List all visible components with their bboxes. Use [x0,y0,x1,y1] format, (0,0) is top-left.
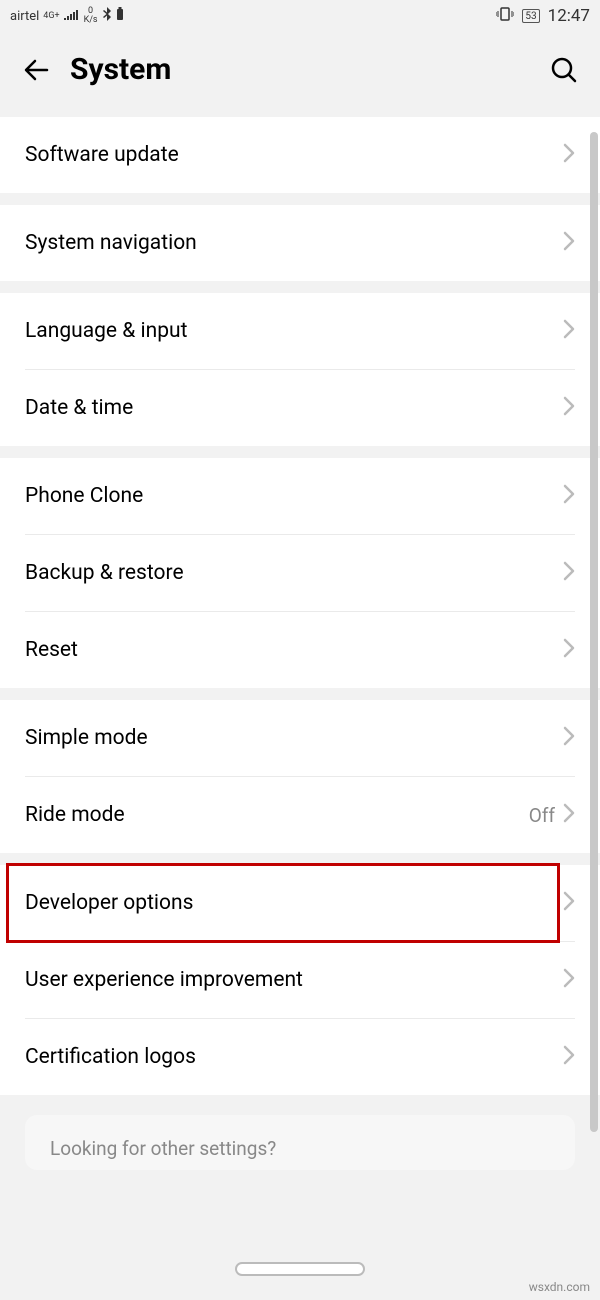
chevron-right-icon [563,396,575,420]
page-title: System [70,52,548,87]
item-label: Developer options [25,891,563,915]
item-label: Language & input [25,319,563,343]
settings-item[interactable]: Backup & restore [0,535,600,611]
item-label: Backup & restore [25,561,563,585]
settings-item[interactable]: Software update [0,117,600,193]
battery-indicator: 53 [522,9,539,23]
settings-item[interactable]: Language & input [0,293,600,369]
settings-item[interactable]: Simple mode [0,700,600,776]
chevron-right-icon [563,638,575,662]
item-label: Phone Clone [25,484,563,508]
item-label: Reset [25,638,563,662]
footer-prompt: Looking for other settings? [50,1137,550,1160]
watermark: wsxdn.com [529,1280,590,1294]
chevron-right-icon [563,891,575,915]
footer-card: Looking for other settings? [25,1115,575,1170]
speed-unit: K/s [84,16,98,25]
item-label: Simple mode [25,726,563,750]
chevron-right-icon [563,143,575,167]
settings-item[interactable]: Date & time [0,370,600,446]
item-value: Off [529,804,555,827]
search-button[interactable] [548,54,580,86]
item-label: Date & time [25,396,563,420]
battery-small-icon [116,7,124,25]
nav-pill[interactable] [235,1262,365,1276]
battery-percent: 53 [525,11,536,22]
settings-item[interactable]: Ride modeOff [0,777,600,853]
settings-item[interactable]: Reset [0,612,600,688]
chevron-right-icon [563,231,575,255]
chevron-right-icon [563,561,575,585]
item-label: Certification logos [25,1045,563,1069]
chevron-right-icon [563,319,575,343]
chevron-right-icon [563,1045,575,1069]
settings-item[interactable]: Phone Clone [0,458,600,534]
item-label: System navigation [25,231,563,255]
status-right: 53 12:47 [496,6,590,26]
scrollbar[interactable] [590,132,598,1132]
chevron-right-icon [563,484,575,508]
back-button[interactable] [20,54,52,86]
item-label: Software update [25,143,563,167]
clock: 12:47 [548,6,590,26]
app-header: System [0,32,600,117]
signal-icon [64,8,80,24]
item-label: User experience improvement [25,968,563,992]
settings-item[interactable]: Certification logos [0,1019,600,1095]
data-speed: 0 K/s [84,7,98,25]
chevron-right-icon [563,803,575,827]
item-label: Ride mode [25,803,529,827]
arrow-left-icon [21,55,51,85]
settings-content: Software update System navigation Language… [0,117,600,1170]
settings-section: System navigation [0,205,600,281]
settings-section: Language & input Date & time [0,293,600,446]
carrier-label: airtel [10,9,39,24]
bluetooth-icon [102,7,112,25]
network-type: 4G+ [43,11,59,21]
settings-section: Developer options User experience improve… [0,865,600,1095]
settings-section: Phone Clone Backup & restore Reset [0,458,600,688]
chevron-right-icon [563,726,575,750]
settings-section: Software update [0,117,600,193]
chevron-right-icon [563,968,575,992]
status-bar: airtel 4G+ 0 K/s 53 12:47 [0,0,600,32]
vibrate-icon [496,7,514,25]
settings-section: Simple mode Ride modeOff [0,700,600,853]
search-icon [550,56,578,84]
settings-item[interactable]: Developer options [0,865,600,941]
status-left: airtel 4G+ 0 K/s [10,7,124,25]
settings-item[interactable]: System navigation [0,205,600,281]
settings-item[interactable]: User experience improvement [0,942,600,1018]
